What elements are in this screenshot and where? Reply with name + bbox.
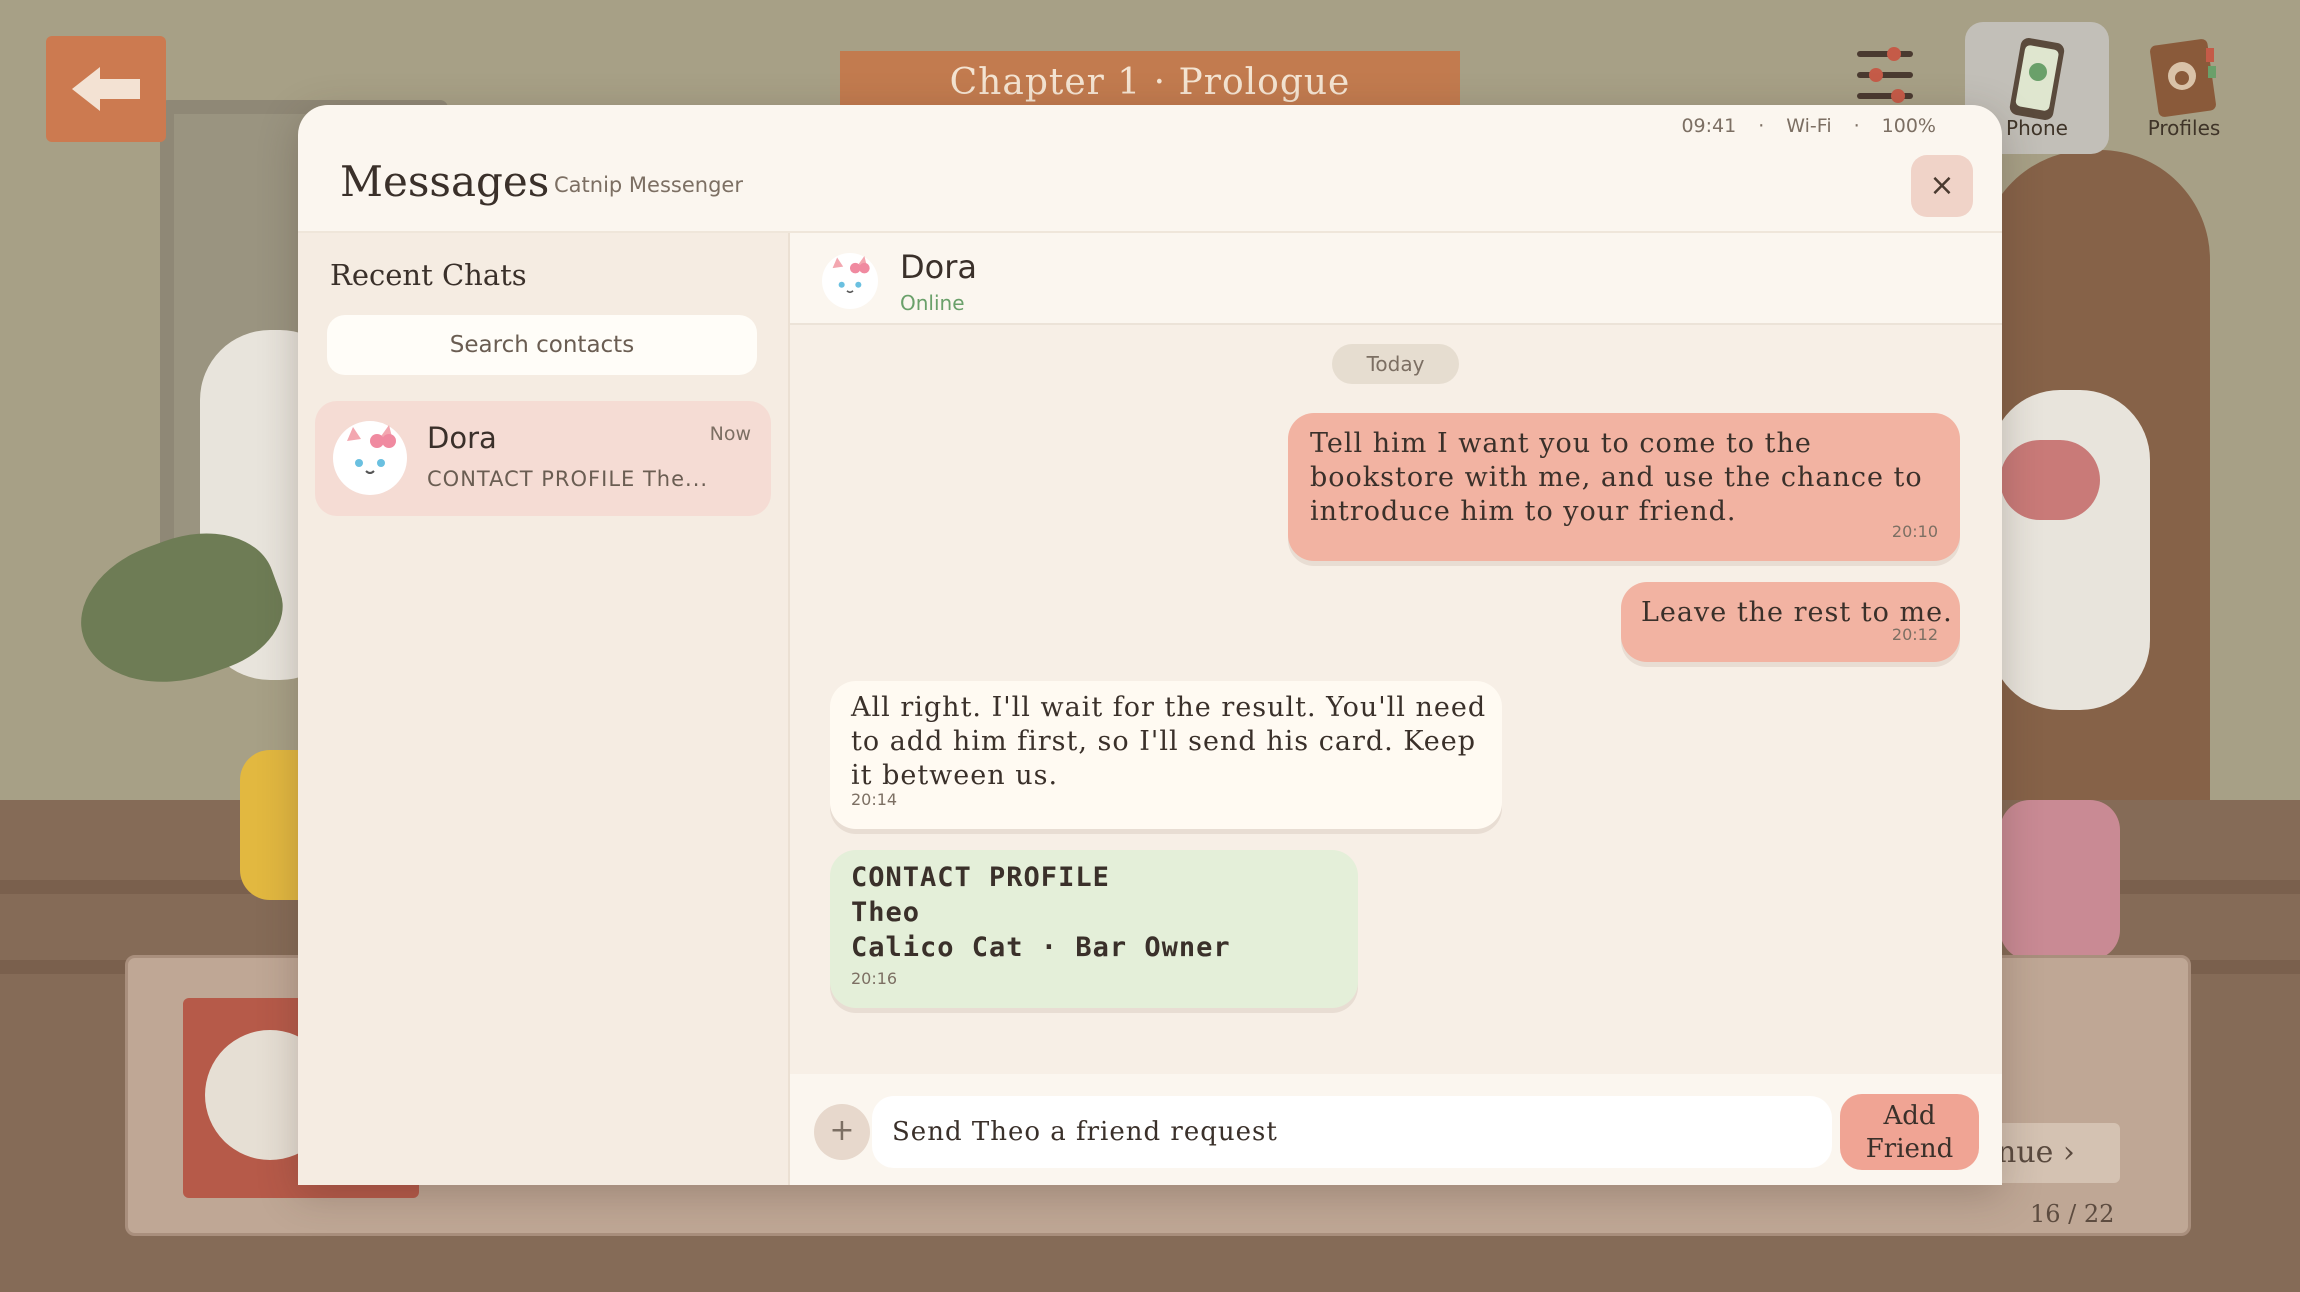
arrow-left-icon [72,67,140,111]
message-input[interactable] [872,1096,1832,1168]
cat-avatar-icon [333,421,407,495]
status-separator: · [1853,115,1860,137]
conversation-header: Dora Online [790,233,2002,325]
contact-card-name: Theo [851,897,921,928]
message-text: All right. I'll wait for the result. You… [851,692,1487,791]
contact-card-detail: Calico Cat · Bar Owner [851,932,1231,963]
conversation-contact-name: Dora [900,248,977,286]
recent-chats-heading: Recent Chats [330,258,527,292]
slider-bar [1857,51,1913,57]
settings-button[interactable] [1855,45,1915,107]
contact-card-content: CONTACT PROFILE Theo Calico Cat · Bar Ow… [851,860,1231,965]
slider-knob [1891,89,1905,103]
slider-knob [1869,68,1883,82]
modal-subtitle: Catnip Messenger [554,173,743,197]
search-contacts-input[interactable] [327,315,757,375]
message-time: 20:10 [1891,522,1938,541]
chat-contact-name: Dora [427,421,497,455]
scene-cat-right-bow [2000,440,2100,520]
chapter-title: Chapter 1 · Prologue [840,51,1460,109]
scene-cat-right-dress [2000,800,2120,960]
chat-timestamp: Now [709,423,751,445]
status-battery: 100% [1881,115,1936,137]
slider-bar [1857,72,1913,78]
message-time: 20:12 [1891,625,1938,644]
profiles-tab-label: Profiles [2147,116,2221,140]
message-composer: + Add Friend [790,1074,2002,1185]
attach-button[interactable]: + [814,1104,870,1160]
plus-icon: + [829,1113,855,1148]
message-text: Tell him I want you to come to the books… [1310,428,1923,527]
modal-title: Messages [340,157,550,206]
outgoing-message: Leave the rest to me. 20:12 [1621,582,1960,662]
message-time: 20:16 [851,969,898,988]
status-network: Wi-Fi [1786,115,1832,137]
chat-sidebar: Recent Chats Dora Now CONTACT PROFILE Th… [298,233,790,1185]
profiles-tab[interactable]: Profiles [2112,22,2256,154]
status-separator: · [1758,115,1765,137]
dialogue-page-counter: 16 / 22 [2030,1200,2115,1228]
sliders-icon [1887,47,1901,61]
chat-list-item[interactable]: Dora Now CONTACT PROFILE The... [315,401,771,516]
status-time: 09:41 [1681,115,1737,137]
add-friend-button[interactable]: Add Friend [1840,1094,1979,1170]
cat-avatar-icon [822,253,878,309]
message-time: 20:14 [851,790,898,809]
close-icon: × [1929,168,1955,203]
day-separator: Today [1332,344,1459,384]
incoming-message: All right. I'll wait for the result. You… [830,681,1502,829]
chat-preview: CONTACT PROFILE The... [427,467,709,491]
conversation-panel: Dora Online Today Tell him I want you to… [790,233,2002,1185]
outgoing-message: Tell him I want you to come to the books… [1288,413,1960,561]
scene-cat-right [1990,390,2150,710]
contact-card-header: CONTACT PROFILE [851,862,1110,893]
presence-status: Online [900,291,965,315]
contact-card-message[interactable]: CONTACT PROFILE Theo Calico Cat · Bar Ow… [830,850,1358,1008]
back-button[interactable] [46,36,166,142]
status-bar: 09:41 · Wi-Fi · 100% [1681,115,1936,137]
messenger-modal: 09:41 · Wi-Fi · 100% Messages Catnip Mes… [298,105,2002,1185]
profiles-book-icon [2150,39,2216,117]
phone-icon [2009,38,2065,120]
close-button[interactable]: × [1911,155,1973,217]
